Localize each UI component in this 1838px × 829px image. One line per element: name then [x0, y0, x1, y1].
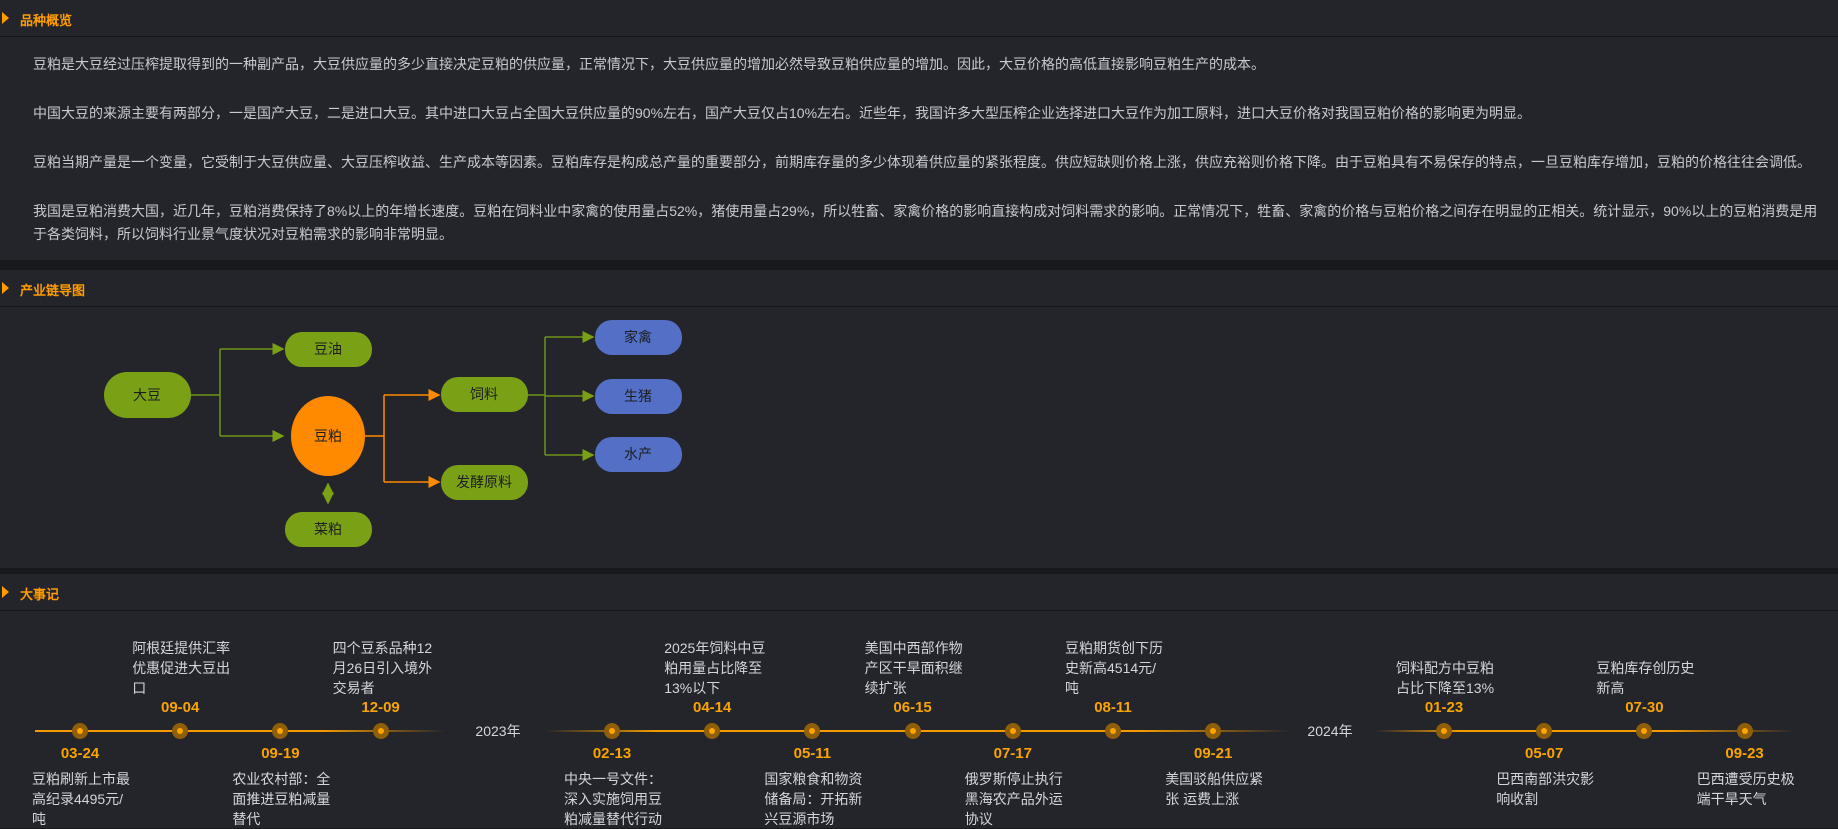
node-fermentation[interactable]: 发酵原料 [441, 465, 528, 500]
soymeal-connectors [365, 389, 441, 488]
svg-text:豆油: 豆油 [314, 341, 342, 357]
soybean-connectors [190, 331, 595, 505]
timeline-dot[interactable] [1205, 723, 1222, 739]
svg-text:饲料: 饲料 [470, 386, 498, 402]
event-date: 06-15 [893, 699, 932, 716]
svg-text:菜粕: 菜粕 [314, 521, 342, 537]
event-date: 07-30 [1625, 699, 1664, 716]
svg-text:家禽: 家禽 [624, 329, 652, 345]
event-text: 豆粕期货创下历史新高4514元/吨 [1065, 640, 1163, 696]
node-soy-meal[interactable]: 豆粕 [291, 396, 365, 476]
timeline-dot[interactable] [172, 723, 189, 739]
timeline-dot[interactable] [272, 723, 289, 739]
industry-chain-section: 产业链导图 大豆 豆油 豆粕 菜粕 饲料 发酵原料 家禽 生猪 水产 [0, 270, 1838, 568]
timeline-dot[interactable] [1105, 723, 1121, 739]
event-text: 俄罗斯停止执行黑海农产品外运协议 [964, 771, 1063, 827]
node-soy-oil[interactable]: 豆油 [285, 332, 372, 367]
event-date: 09-23 [1725, 745, 1764, 762]
section-title: 产业链导图 [20, 283, 86, 298]
event-text: 美国中西部作物产区干旱面积继续扩张 [864, 640, 963, 696]
timeline-dot[interactable] [804, 723, 821, 739]
event-date: 04-14 [693, 699, 732, 716]
timeline-dot[interactable] [604, 723, 620, 739]
event-text: 饲料配方中豆粕占比下降至13% [1396, 660, 1495, 696]
svg-text:发酵原料: 发酵原料 [456, 474, 512, 490]
overview-section: 品种概览 豆粕是大豆经过压榨提取得到的一种副产品，大豆供应量的多少直接决定豆粕的… [0, 0, 1838, 260]
event-date: 08-11 [1094, 699, 1132, 716]
timeline-dot[interactable] [372, 723, 389, 739]
event-text: 巴西遭受历史极端干旱天气 [1696, 771, 1795, 807]
event-text: 豆粕库存创历史新高 [1596, 660, 1695, 696]
event-date: 02-13 [592, 745, 632, 762]
node-aquaculture[interactable]: 水产 [595, 437, 682, 472]
event-text: 国家粮食和物资储备局：开拓新兴豆源市场 [764, 771, 863, 827]
event-date: 01-23 [1424, 699, 1464, 716]
timeline-dot[interactable] [72, 723, 88, 739]
paragraph: 我国是豆粕消费大国，近几年，豆粕消费保持了8%以上的年增长速度。豆粕在饲料业中家… [33, 203, 1818, 242]
event-text: 中央一号文件：深入实施饲用豆粕减量替代行动 [564, 771, 662, 827]
event-date: 07-17 [993, 745, 1032, 762]
year-marker: 2023年 [475, 723, 521, 739]
node-soybean[interactable]: 大豆 [104, 372, 191, 418]
event-text: 2025年饲料中豆粕用量占比降至13%以下 [664, 640, 766, 696]
event-date: 05-07 [1525, 745, 1564, 762]
events-section: 大事记 03-24 豆粕刷新上市最高纪录4495元/吨 09-04 阿根廷提供汇率优惠… [0, 574, 1838, 828]
event-date: 03-24 [60, 745, 100, 762]
timeline-dot[interactable] [1436, 723, 1452, 739]
section-title: 品种概览 [20, 13, 73, 28]
event-date: 09-04 [161, 699, 200, 716]
events-timeline: 03-24 豆粕刷新上市最高纪录4495元/吨 09-04 阿根廷提供汇率优惠促进大豆… [0, 574, 1838, 828]
timeline-dot[interactable] [1736, 723, 1753, 739]
paragraph: 中国大豆的来源主要有两部分，一是国产大豆，二是进口大豆。其中进口大豆占全国大豆供… [33, 105, 1532, 121]
timeline-dot[interactable] [1636, 723, 1653, 739]
event-date: 09-21 [1194, 745, 1233, 762]
event-text: 阿根廷提供汇率优惠促进大豆出口 [132, 640, 231, 696]
event-text: 美国驳船供应紧张 运费上涨 [1165, 771, 1264, 807]
svg-text:水产: 水产 [624, 446, 652, 462]
industry-chain-diagram: 大豆 豆油 豆粕 菜粕 饲料 发酵原料 家禽 生猪 水产 [104, 320, 682, 547]
svg-text:豆粕: 豆粕 [314, 428, 342, 444]
caret-right-icon [2, 12, 9, 24]
node-feed[interactable]: 饲料 [441, 377, 528, 412]
event-date: 12-09 [361, 699, 400, 716]
event-text: 豆粕刷新上市最高纪录4495元/吨 [32, 771, 130, 827]
svg-text:生猪: 生猪 [624, 388, 652, 404]
event-text: 巴西南部洪灾影响收割 [1496, 771, 1595, 807]
timeline-dot[interactable] [1004, 723, 1021, 739]
node-hog[interactable]: 生猪 [595, 379, 682, 414]
node-rapeseed-meal[interactable]: 菜粕 [285, 512, 372, 547]
paragraph: 豆粕是大豆经过压榨提取得到的一种副产品，大豆供应量的多少直接决定豆粕的供应量，正… [33, 56, 1265, 72]
event-date: 05-11 [793, 745, 832, 762]
overview-header: 品种概览 [0, 0, 1838, 37]
event-text: 农业农村部：全面推进豆粕减量替代 [232, 771, 331, 827]
event-text: 四个豆系品种12月26日引入境外交易者 [332, 640, 433, 696]
year-marker: 2024年 [1307, 723, 1353, 739]
event-date: 09-19 [261, 745, 300, 762]
timeline-dot[interactable] [704, 723, 721, 739]
paragraph: 豆粕当期产量是一个变量，它受制于大豆供应量、大豆压榨收益、生产成本等因素。豆粕库… [33, 154, 1811, 170]
timeline-dot[interactable] [904, 723, 921, 739]
chain-header: 产业链导图 [0, 270, 1838, 307]
timeline-dot[interactable] [1536, 723, 1553, 739]
overview-text: 豆粕是大豆经过压榨提取得到的一种副产品，大豆供应量的多少直接决定豆粕的供应量，正… [33, 53, 1818, 272]
caret-right-icon [2, 282, 9, 294]
node-poultry[interactable]: 家禽 [595, 320, 682, 355]
svg-text:大豆: 大豆 [133, 387, 161, 403]
